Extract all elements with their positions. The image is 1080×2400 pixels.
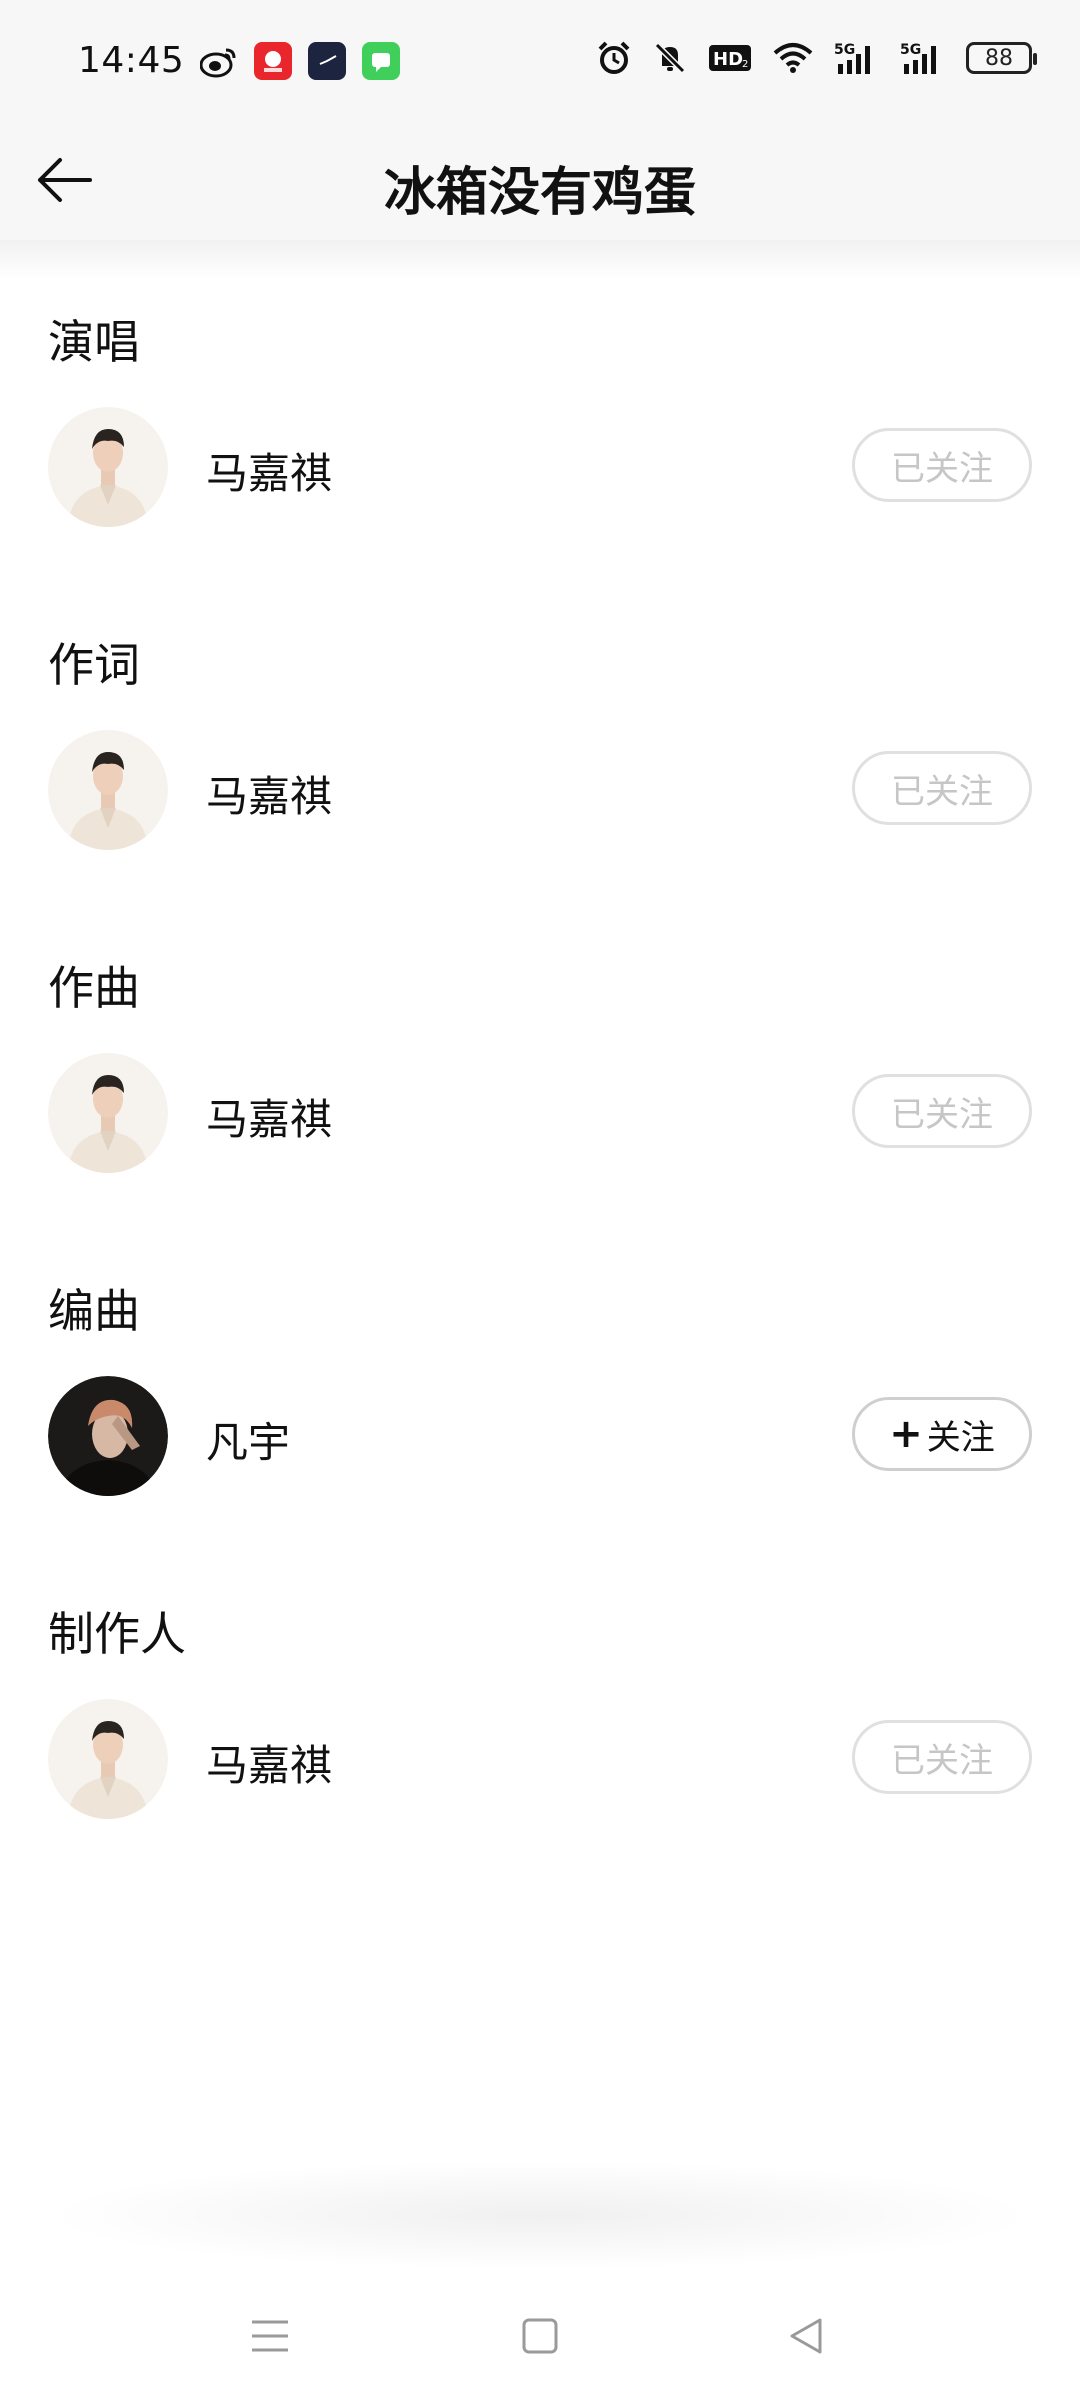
battery-indicator: 88 — [966, 42, 1037, 74]
system-nav-bar — [0, 2270, 1080, 2400]
follow-label: 已关注 — [891, 1740, 993, 1781]
avatar[interactable] — [48, 1699, 168, 1819]
avatar[interactable] — [48, 1376, 168, 1496]
menu-icon — [252, 2320, 288, 2352]
status-time: 14:45 — [78, 40, 185, 81]
following-button[interactable]: 已关注 — [852, 1720, 1032, 1794]
credit-section: 演唱 马嘉祺 已关注 — [0, 280, 1080, 603]
person-row[interactable]: 马嘉祺 已关注 — [0, 727, 1080, 853]
section-title: 编曲 — [48, 1284, 140, 1338]
person-name: 马嘉祺 — [206, 449, 333, 498]
svg-text:HD: HD — [713, 49, 743, 70]
follow-label: 已关注 — [891, 771, 993, 812]
person-name: 马嘉祺 — [206, 1095, 333, 1144]
person-name: 马嘉祺 — [206, 772, 333, 821]
person-row[interactable]: 马嘉祺 已关注 — [0, 1050, 1080, 1176]
person-name: 马嘉祺 — [206, 1741, 333, 1790]
person-row[interactable]: 马嘉祺 已关注 — [0, 1696, 1080, 1822]
notification-icons — [200, 42, 400, 80]
follow-button[interactable]: + 关注 — [852, 1397, 1032, 1471]
wifi-icon — [772, 41, 814, 75]
avatar[interactable] — [48, 407, 168, 527]
home-square-icon — [522, 2318, 558, 2354]
system-icons: HD 2 5G 5G 88 — [596, 40, 1037, 76]
svg-text:5G: 5G — [900, 42, 921, 58]
battery-level: 88 — [985, 45, 1013, 71]
avatar[interactable] — [48, 1053, 168, 1173]
page-title: 冰箱没有鸡蛋 — [383, 163, 696, 223]
header-shadow — [0, 240, 1080, 280]
credit-section: 作词 马嘉祺 已关注 — [0, 603, 1080, 926]
home-button[interactable] — [510, 2306, 570, 2366]
bottom-shadow — [40, 2160, 1040, 2270]
following-button[interactable]: 已关注 — [852, 1074, 1032, 1148]
section-title: 制作人 — [48, 1607, 186, 1661]
top-nav: 冰箱没有鸡蛋 — [0, 120, 1080, 240]
avatar[interactable] — [48, 730, 168, 850]
messages-icon — [362, 42, 400, 80]
clock-app-icon — [308, 42, 346, 80]
follow-label: 已关注 — [891, 1094, 993, 1135]
person-row[interactable]: 凡宇 + 关注 — [0, 1373, 1080, 1499]
news-app-icon — [254, 42, 292, 80]
credit-section: 制作人 马嘉祺 已关注 — [0, 1572, 1080, 1895]
plus-icon: + — [889, 1411, 923, 1457]
follow-label: 已关注 — [891, 448, 993, 489]
weibo-icon — [200, 42, 238, 80]
section-title: 作词 — [48, 638, 140, 692]
signal-5g-icon: 5G — [834, 40, 880, 76]
following-button[interactable]: 已关注 — [852, 428, 1032, 502]
section-title: 演唱 — [48, 315, 140, 369]
person-row[interactable]: 马嘉祺 已关注 — [0, 404, 1080, 530]
back-triangle-icon — [790, 2318, 822, 2354]
system-back-button[interactable] — [776, 2306, 836, 2366]
svg-text:5G: 5G — [834, 42, 855, 58]
credits-list: 演唱 马嘉祺 已关注 作词 马嘉祺 已关注 作曲 马嘉祺 已关注 编曲 凡宇 +… — [0, 280, 1080, 1895]
credit-section: 作曲 马嘉祺 已关注 — [0, 926, 1080, 1249]
signal-5g-icon: 5G — [900, 40, 946, 76]
credit-section: 编曲 凡宇 + 关注 — [0, 1249, 1080, 1572]
mute-icon — [652, 40, 688, 76]
status-bar: 14:45 HD 2 5G 5G 88 — [0, 0, 1080, 120]
follow-label: 关注 — [926, 1417, 995, 1458]
alarm-icon — [596, 40, 632, 76]
hd-icon: HD 2 — [708, 43, 752, 73]
svg-text:2: 2 — [742, 59, 748, 70]
person-name: 凡宇 — [206, 1418, 291, 1467]
menu-button[interactable] — [240, 2306, 300, 2366]
section-title: 作曲 — [48, 961, 140, 1015]
following-button[interactable]: 已关注 — [852, 751, 1032, 825]
